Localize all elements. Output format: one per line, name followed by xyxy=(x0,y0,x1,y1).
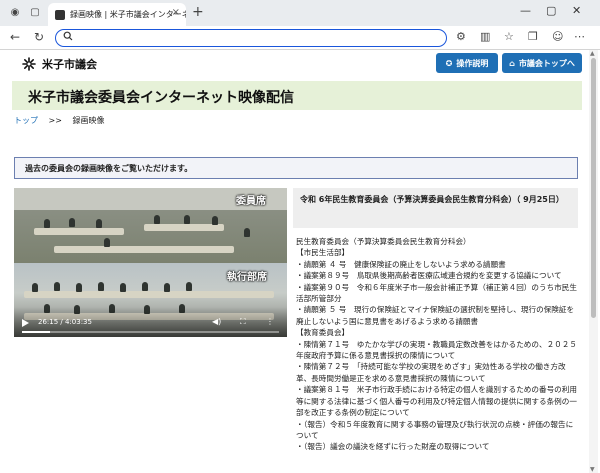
scrollbar-thumb[interactable] xyxy=(591,58,596,318)
tab-actions-icon[interactable]: ▢ xyxy=(28,6,42,20)
notice-text: 過去の委員会の録画映像をご覧いただけます。 xyxy=(25,164,193,173)
agenda-line: 【市民生活部】 xyxy=(296,248,350,258)
more-options-icon[interactable]: ⋮ xyxy=(266,317,274,326)
more-menu-icon[interactable]: ⋯ xyxy=(574,30,585,43)
agenda-line: ・陳情第７１号 ゆたかな学びの実現・教職員定数改善をはかるための、２０２５年度政… xyxy=(296,339,577,361)
home-icon: ⌂ xyxy=(509,58,515,68)
search-icon xyxy=(63,31,73,41)
city-emblem-icon xyxy=(22,57,36,71)
video-caption-top: 委員席 xyxy=(236,196,266,207)
guide-icon: ✪ xyxy=(445,58,453,68)
close-window-icon[interactable]: ✕ xyxy=(572,4,581,17)
video-seek-bar[interactable] xyxy=(22,331,279,333)
browser-tab[interactable]: 録画映像 | 米子市議会インターネット映像 × xyxy=(48,3,186,26)
video-time: 26:15 / 4:03:35 xyxy=(38,318,92,326)
video-controls: 26:15 / 4:03:35 ◀) ⛶ ⋮ xyxy=(14,307,287,337)
agenda-line: 民生教育委員会（予算決算委員会民生教育分科会） xyxy=(296,237,471,246)
play-icon[interactable] xyxy=(22,319,29,327)
video-player[interactable]: 委員席 執行部席 26:15 / 4:03:35 ◀) ⛶ ⋮ xyxy=(14,188,287,337)
profile-avatar-icon[interactable]: ☺ xyxy=(552,30,563,43)
breadcrumb-separator: >> xyxy=(48,116,62,125)
profile-icon[interactable]: ◉ xyxy=(8,6,22,20)
guide-button-label: 操作説明 xyxy=(456,58,489,68)
session-title-box: 令和 6年民生教育委員会（予算決算委員会民生教育分科会）（ 9月25日） xyxy=(293,188,578,228)
back-icon[interactable]: ← xyxy=(10,30,20,44)
favorites-icon[interactable]: ☆ xyxy=(504,30,514,43)
agenda-line: ・陳情第７２号 「持続可能な学校の実現をめざす」実効性ある学校の働き方改革、長時… xyxy=(296,362,566,383)
site-logo[interactable]: 米子市議会 xyxy=(22,56,97,72)
agenda-line: ・（報告）令和５年度教育に関する事務の管理及び執行状況の点検・評価の報告について xyxy=(296,419,574,440)
video-caption-bottom: 執行部席 xyxy=(227,272,267,283)
minimize-icon[interactable]: — xyxy=(520,4,531,17)
guide-button[interactable]: ✪ 操作説明 xyxy=(436,53,498,73)
notice-box: 過去の委員会の録画映像をご覧いただけます。 xyxy=(14,157,578,179)
collections-icon[interactable]: ❐ xyxy=(528,30,538,43)
breadcrumb-current: 録画映像 xyxy=(72,116,105,125)
site-header: 米子市議会 ✪ 操作説明 ⌂ 市議会トップへ xyxy=(12,52,582,74)
agenda-content: 民生教育委員会（予算決算委員会民生教育分科会） 【市民生活部】 ・請願第 ４ 号 健… xyxy=(296,236,580,453)
scroll-up-icon[interactable]: ▲ xyxy=(590,50,595,57)
favicon-icon xyxy=(55,10,65,20)
scroll-down-icon[interactable]: ▼ xyxy=(590,466,595,473)
agenda-line: ・議案第８１号 米子市行政手続における特定の個人を識別するための番号の利用等に関… xyxy=(296,385,577,418)
extensions-icon[interactable]: ⚙ xyxy=(456,30,466,43)
agenda-line: ・（報告）議会の議決を経ずに行った財産の取得について xyxy=(296,442,490,452)
site-logo-text: 米子市議会 xyxy=(42,58,97,71)
council-top-button-label: 市議会トップへ xyxy=(518,58,575,68)
council-top-button[interactable]: ⌂ 市議会トップへ xyxy=(502,53,582,73)
page-banner: 米子市議会委員会インターネット映像配信 xyxy=(12,81,582,110)
video-seek-progress xyxy=(22,331,50,333)
url-input[interactable] xyxy=(55,29,447,47)
fullscreen-icon[interactable]: ⛶ xyxy=(240,317,246,327)
page-scrollbar[interactable]: ▲ ▼ xyxy=(589,50,598,473)
new-tab-icon[interactable]: + xyxy=(192,4,204,20)
session-title: 令和 6年民生教育委員会（予算決算委員会民生教育分科会）（ 9月25日） xyxy=(300,195,564,204)
agenda-line: ・請願第 ４ 号 健康保険証の廃止をしないよう求める請願書 xyxy=(296,259,506,269)
refresh-icon[interactable]: ↻ xyxy=(34,30,44,44)
split-screen-icon[interactable]: ▥ xyxy=(480,30,490,43)
agenda-line: ・議案第９０号 令和６年度米子市一般会計補正予算（補正第４回）のうち市民生活部所… xyxy=(296,282,577,304)
breadcrumb: トップ >> 録画映像 xyxy=(14,115,105,126)
agenda-line: 【教育委員会】 xyxy=(296,328,350,338)
close-tab-icon[interactable]: × xyxy=(172,7,180,18)
browser-tab-bar: ◉ ▢ 録画映像 | 米子市議会インターネット映像 × + — ▢ ✕ xyxy=(0,0,600,26)
breadcrumb-home-link[interactable]: トップ xyxy=(14,116,38,125)
agenda-line: ・請願第 ５ 号 現行の保険証とマイナ保険証の選択制を堅持し、現行の保険証を廃止… xyxy=(296,305,575,326)
maximize-icon[interactable]: ▢ xyxy=(546,4,556,17)
address-bar: ← ↻ ⚙ ▥ ☆ ❐ ☺ ⋯ xyxy=(0,26,600,50)
tab-title: 録画映像 | 米子市議会インターネット映像 xyxy=(70,10,186,19)
page-title: 米子市議会委員会インターネット映像配信 xyxy=(28,90,294,106)
agenda-line: ・議案第８９号 鳥取県後期高齢者医療広域連合規約を変更する協議について xyxy=(296,271,562,281)
volume-icon[interactable]: ◀) xyxy=(212,317,221,326)
